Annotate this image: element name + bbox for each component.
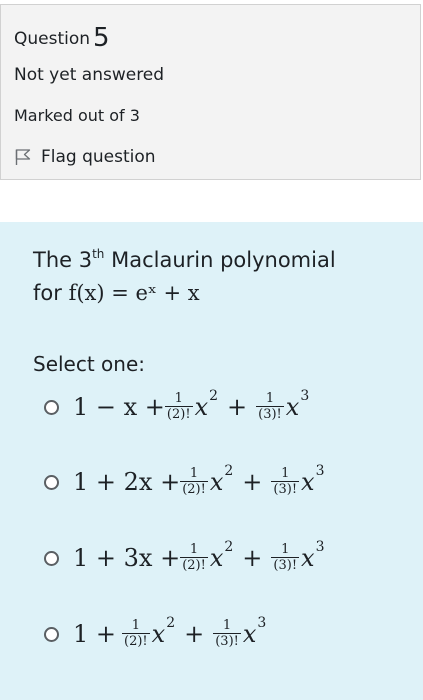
option-expression: 1 − x + 1 (2)! x2 + 1 (3)! x3 [73, 388, 309, 422]
fraction: 1 (2)! [180, 543, 208, 573]
frac-num: 1 [281, 466, 290, 481]
question-content-panel: The 3th Maclaurin polynomial for f(x) = … [0, 222, 423, 700]
frac-num: 1 [189, 542, 199, 557]
expr-var: x [194, 393, 209, 421]
expr-var: x [301, 544, 315, 572]
frac-den: (3)! [271, 481, 300, 497]
frac-num: 1 [131, 618, 140, 633]
question-text-part: The 3 [33, 248, 93, 272]
expr-op: + [227, 393, 248, 421]
expr-exp: 3 [257, 615, 267, 631]
expr-op: + [184, 620, 205, 648]
flag-question-button[interactable]: Flag question [14, 147, 156, 167]
question-text-part: Maclaurin polynomial [104, 248, 336, 272]
frac-den: (3)! [213, 633, 241, 649]
fraction: 1 (3)! [213, 619, 241, 649]
expr-exp: 3 [300, 388, 310, 404]
fraction: 1 (2)! [122, 619, 150, 649]
fraction: 1 (2)! [164, 391, 193, 422]
option-expression: 1 + 3x + 1 (2)! x2 + 1 (3)! x3 [73, 539, 325, 573]
option-expression: 1 + 2x + 1 (2)! x2 + 1 (3)! x3 [73, 463, 325, 497]
expr-op: + [242, 468, 263, 496]
fraction: 1 (3)! [271, 466, 300, 497]
frac-den: (2)! [164, 406, 193, 422]
expr-lead: 1 + [73, 620, 117, 648]
expr-exp: 2 [224, 463, 234, 479]
expr-var: x [242, 620, 257, 648]
expr-exp: 3 [315, 539, 325, 555]
question-title: Question 5 [14, 21, 110, 53]
question-label: Question [14, 29, 91, 49]
frac-den: (2)! [180, 481, 208, 497]
fraction: 1 (3)! [271, 542, 300, 573]
expr-var: x [151, 620, 166, 648]
frac-den: (3)! [271, 557, 300, 573]
answer-option-1[interactable]: 1 − x + 1 (2)! x2 + 1 (3)! x3 [44, 388, 309, 422]
question-text-sup: th [92, 247, 105, 261]
quiz-page: Question 5 Not yet answered Marked out of… [0, 0, 423, 700]
answer-option-3[interactable]: 1 + 3x + 1 (2)! x2 + 1 (3)! x3 [44, 539, 325, 573]
select-one-prompt: Select one: [33, 352, 146, 376]
frac-num: 1 [189, 466, 199, 481]
radio-button[interactable] [44, 399, 59, 415]
flag-question-label: Flag question [41, 147, 156, 167]
radio-button[interactable] [44, 626, 59, 642]
expr-exp: 3 [315, 463, 325, 479]
flag-icon [14, 148, 32, 166]
question-number: 5 [93, 23, 110, 53]
expr-exp: 2 [166, 615, 176, 631]
question-text: The 3th Maclaurin polynomial for f(x) = … [33, 244, 336, 310]
expr-exp: 2 [209, 388, 219, 404]
expr-lead: 1 + 3x + [73, 544, 181, 572]
expr-var: x [209, 544, 224, 572]
expr-lead: 1 + 2x + [73, 468, 181, 496]
question-state: Not yet answered [14, 65, 165, 85]
frac-den: (2)! [122, 633, 150, 649]
frac-num: 1 [222, 618, 232, 633]
frac-den: (3)! [256, 406, 284, 422]
expr-var: x [285, 393, 300, 421]
frac-den: (2)! [180, 557, 208, 573]
question-info-panel: Question 5 Not yet answered Marked out of… [0, 4, 421, 180]
fraction: 1 (2)! [180, 467, 208, 497]
frac-num: 1 [174, 391, 183, 406]
expr-exp: 2 [224, 539, 234, 555]
function-formula: f(x) = eˣ + x [68, 281, 200, 305]
expr-var: x [209, 468, 224, 496]
question-text-part: for [33, 281, 69, 305]
expr-lead: 1 − x + [73, 393, 165, 421]
question-grade: Marked out of 3 [14, 106, 140, 125]
fraction: 1 (3)! [256, 392, 284, 422]
expr-op: + [242, 544, 263, 572]
frac-num: 1 [265, 391, 275, 406]
radio-button[interactable] [44, 550, 59, 566]
radio-button[interactable] [44, 474, 59, 490]
frac-num: 1 [281, 542, 290, 557]
answer-option-4[interactable]: 1 + 1 (2)! x2 + 1 (3)! x3 [44, 615, 266, 649]
expr-var: x [301, 468, 315, 496]
answer-option-2[interactable]: 1 + 2x + 1 (2)! x2 + 1 (3)! x3 [44, 463, 325, 497]
option-expression: 1 + 1 (2)! x2 + 1 (3)! x3 [73, 615, 266, 649]
